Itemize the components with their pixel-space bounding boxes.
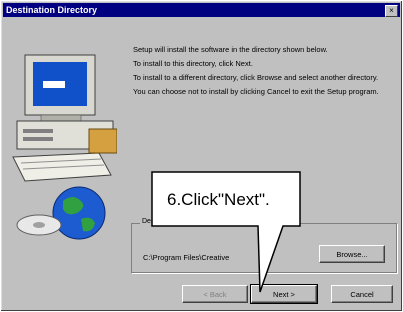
callout-text: 6.Click"Next". [167, 190, 270, 209]
callout-balloon: 6.Click"Next". [151, 171, 301, 293]
